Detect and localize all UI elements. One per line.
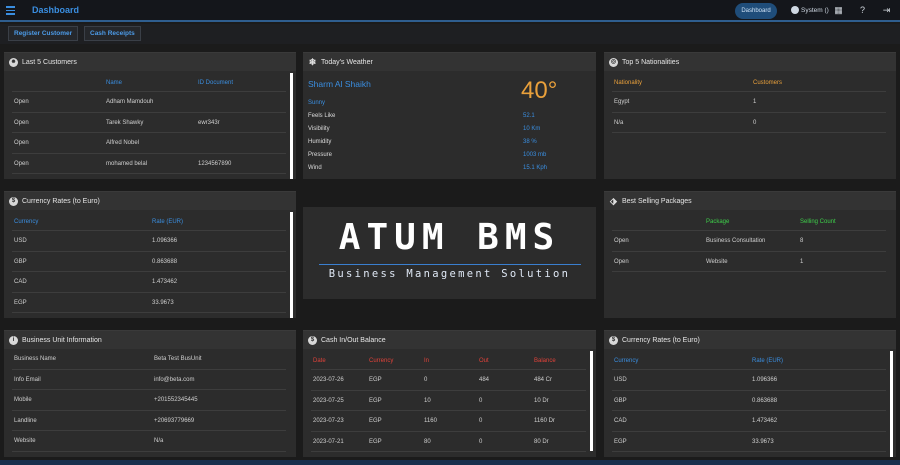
open-link[interactable]: Open	[14, 99, 29, 105]
register-customer-button[interactable]: Register Customer	[8, 26, 79, 41]
best-selling-packages-panel: ⬗ Best Selling Packages Package Selling …	[604, 191, 896, 318]
globe-search-icon: ◎	[609, 57, 618, 67]
table-row: Open Tarek Shawky ewr343r	[12, 113, 286, 133]
info-icon: i	[9, 335, 18, 345]
dollar-icon: $	[609, 335, 618, 345]
dollar-icon: $	[9, 196, 18, 206]
panel-title: Best Selling Packages	[622, 197, 692, 205]
table-row: Open Business Consultation 8	[612, 231, 886, 252]
panel-title: Business Unit Information	[22, 336, 102, 344]
table-row: USD 1.096366	[612, 370, 886, 391]
tag-icon: ⬗	[610, 195, 617, 206]
table-row: 2023-07-21 EGP 80 0 80 Dr	[311, 432, 586, 452]
scrollbar[interactable]	[290, 73, 293, 179]
panel-title: Last 5 Customers	[22, 58, 77, 66]
table-row: Open Adham Mamdouh	[12, 92, 286, 113]
users-icon: ☻	[9, 57, 18, 67]
table-header: Name ID Document	[12, 71, 286, 92]
panel-title: Today's Weather	[321, 58, 373, 66]
info-row: Mobile +201552345445	[12, 390, 286, 411]
table-row: EGP 33.9673	[612, 432, 886, 452]
snowflake-icon: ❄	[308, 56, 317, 67]
table-header: Nationality Customers	[612, 71, 886, 92]
info-row: Info Email info@beta.com	[12, 370, 286, 390]
logout-icon[interactable]: ⇥	[882, 6, 891, 15]
table-header: Currency Rate (EUR)	[612, 349, 886, 370]
scrollbar[interactable]	[290, 212, 293, 318]
panel-title: Top 5 Nationalities	[622, 58, 680, 66]
table-row: Open Website 1	[612, 252, 886, 272]
table-row: Open mohamed belal 1234567890	[12, 154, 286, 174]
action-bar: Register Customer Cash Receipts	[0, 24, 900, 44]
table-row: Open Alfred Nobel	[12, 133, 286, 154]
bottom-strip	[0, 460, 900, 465]
info-row: Business Name Beta Test BusUnit	[12, 349, 286, 370]
info-row: Website N/a	[12, 431, 286, 452]
help-icon[interactable]: ?	[858, 6, 867, 15]
scrollbar[interactable]	[890, 351, 893, 457]
open-link[interactable]: Open	[14, 120, 29, 126]
dollar-icon: $	[308, 335, 317, 345]
table-row: 2023-07-25 EGP 10 0 10 Dr	[311, 391, 586, 411]
table-row: USD 1.096366	[12, 231, 286, 252]
table-row: CAD 1.473462	[12, 272, 286, 293]
table-row: 2023-07-26 EGP 0 484 484 Cr	[311, 370, 586, 391]
panel-title: Cash In/Out Balance	[321, 336, 386, 344]
open-link[interactable]: Open	[14, 161, 29, 167]
currency-rates-panel-2: $ Currency Rates (to Euro) Currency Rate…	[604, 330, 896, 457]
open-link[interactable]: Open	[614, 238, 629, 244]
nationalities-panel: ◎ Top 5 Nationalities Nationality Custom…	[604, 52, 896, 179]
table-row: CAD 1.473462	[612, 411, 886, 432]
table-row: 2023-07-23 EGP 1160 0 1160 Dr	[311, 411, 586, 432]
table-header: Currency Rate (EUR)	[12, 210, 286, 231]
weather-panel: ❄ Today's Weather Sharm Al Shaikh 40° Su…	[303, 52, 596, 179]
table-row: N/a 0	[612, 113, 886, 133]
page-title: Dashboard	[32, 5, 80, 15]
panel-title: Currency Rates (to Euro)	[22, 197, 100, 205]
table-header: Date Currency In Out Balance	[311, 349, 586, 370]
weather-condition: Sunny	[308, 100, 326, 106]
scrollbar[interactable]	[590, 351, 593, 451]
table-row: GBP 0.863688	[12, 252, 286, 272]
last-customers-panel: ☻ Last 5 Customers Name ID Document Open…	[4, 52, 296, 179]
business-unit-panel: i Business Unit Information Business Nam…	[4, 330, 296, 457]
weather-temperature: 40°	[521, 77, 558, 104]
table-row: EGP 33.9673	[12, 293, 286, 313]
open-link[interactable]: Open	[614, 259, 629, 265]
table-row: Egypt 1	[612, 92, 886, 113]
user-menu[interactable]: System ()	[791, 6, 829, 14]
menu-icon[interactable]	[6, 6, 15, 15]
cash-receipts-button[interactable]: Cash Receipts	[84, 26, 141, 41]
user-icon	[791, 6, 799, 14]
open-link[interactable]: Open	[14, 140, 29, 146]
table-row: GBP 0.863688	[612, 391, 886, 411]
currency-rates-panel: $ Currency Rates (to Euro) Currency Rate…	[4, 191, 296, 318]
info-row: Landline +20693779669	[12, 411, 286, 431]
table-header: Package Selling Count	[612, 210, 886, 231]
panel-title: Currency Rates (to Euro)	[622, 336, 700, 344]
cash-balance-panel: $ Cash In/Out Balance Date Currency In O…	[303, 330, 596, 457]
user-label: System ()	[801, 6, 829, 14]
top-bar: Dashboard Dashboard System () ▦ ? ⇥	[0, 0, 900, 22]
grid-icon[interactable]: ▦	[834, 6, 843, 15]
dashboard-button[interactable]: Dashboard	[735, 3, 777, 19]
weather-city: Sharm Al Shaikh	[308, 79, 371, 89]
atum-bms-logo: ATUM BMS Business Management Solution	[303, 207, 596, 299]
